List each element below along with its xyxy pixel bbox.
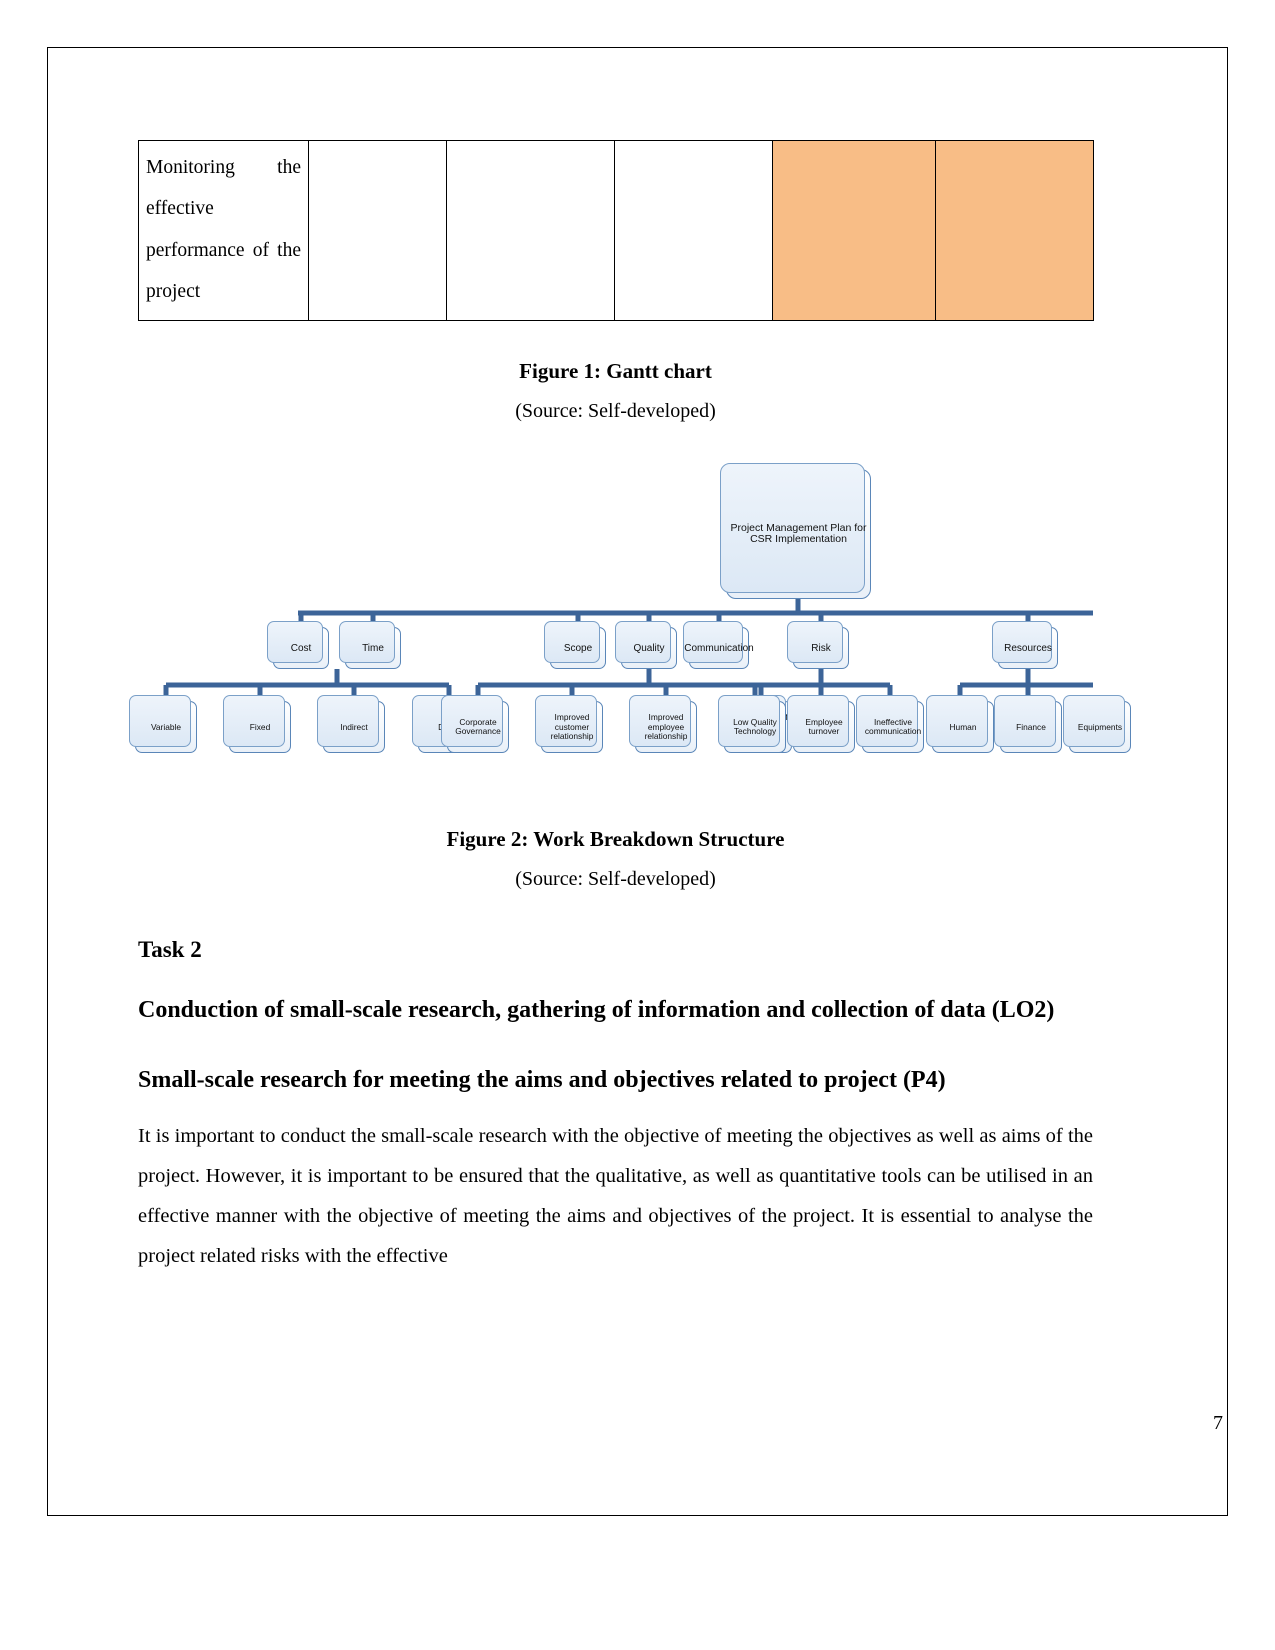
wbs-node-root-label: Project Management Plan for CSR Implemen…	[730, 521, 867, 546]
wbs-node-employee-turnover-label: Employee turnover	[805, 716, 843, 737]
wbs-node-communication-label: Communication	[684, 642, 754, 654]
gantt-cell-5-filled	[935, 139, 1094, 322]
wbs-node-low-quality-technology[interactable]: Low Quality Technology	[718, 695, 786, 754]
wbs-node-improved-employee-relationship[interactable]: Improved employee relationship	[629, 695, 697, 754]
wbs-node-risk[interactable]: Risk	[787, 621, 849, 670]
wbs-node-resources-label: Resources	[1004, 642, 1052, 654]
wbs-node-employee-turnover[interactable]: Employee turnover	[787, 695, 855, 754]
gantt-chart-table: Monitoring the effective performance of …	[138, 139, 1094, 322]
gantt-row-label: Monitoring the effective performance of …	[138, 139, 309, 322]
page-number: 7	[1213, 1412, 1223, 1434]
wbs-diagram: Project Management Plan for CSR Implemen…	[129, 455, 1131, 785]
wbs-node-equipments-label: Equipments	[1077, 721, 1123, 732]
wbs-node-quality-label: Quality	[633, 642, 665, 654]
wbs-node-communication[interactable]: Communication	[683, 621, 754, 670]
gantt-cell-4-filled	[772, 139, 936, 322]
figure-2-caption: Figure 2: Work Breakdown Structure	[446, 827, 785, 852]
wbs-node-variable-label: Variable	[150, 721, 182, 732]
wbs-node-improved-employee-relationship-label: Improved employee relationship	[644, 712, 688, 742]
wbs-node-scope[interactable]: Scope	[544, 621, 606, 670]
wbs-node-equipments[interactable]: Equipments	[1063, 695, 1131, 754]
wbs-node-ineffective-communication[interactable]: Ineffective communication	[856, 695, 924, 754]
figure-1-source: (Source: Self-developed)	[515, 400, 716, 423]
wbs-node-finance[interactable]: Finance	[994, 695, 1062, 754]
wbs-node-ineffective-communication-label: Ineffective communication	[864, 716, 922, 737]
wbs-node-low-quality-technology-label: Low Quality Technology	[733, 716, 777, 737]
heading-task-2: Task 2	[138, 937, 202, 963]
wbs-node-indirect[interactable]: Indirect	[317, 695, 385, 754]
heading-lo2: Conduction of small-scale research, gath…	[138, 997, 1055, 1024]
figure-2-source: (Source: Self-developed)	[515, 868, 716, 891]
wbs-node-improved-customer-relationship[interactable]: Improved customer relationship	[535, 695, 603, 754]
wbs-node-fixed-label: Fixed	[249, 721, 271, 732]
wbs-node-root[interactable]: Project Management Plan for CSR Implemen…	[720, 463, 871, 600]
wbs-node-human[interactable]: Human	[926, 695, 994, 754]
body-paragraph: It is important to conduct the small-sca…	[138, 1124, 1093, 1267]
wbs-node-corporate-governance[interactable]: Corporate Governance	[441, 695, 509, 754]
wbs-node-corporate-governance-label: Corporate Governance	[455, 716, 501, 737]
wbs-node-improved-customer-relationship-label: Improved customer relationship	[550, 712, 594, 742]
gantt-cell-1	[308, 139, 447, 322]
wbs-node-quality[interactable]: Quality	[615, 621, 677, 670]
wbs-node-variable[interactable]: Variable	[129, 695, 197, 754]
wbs-node-time[interactable]: Time	[339, 621, 401, 670]
figure-1-caption: Figure 1: Gantt chart	[519, 359, 712, 384]
wbs-node-cost-label: Cost	[290, 642, 312, 654]
wbs-node-risk-label: Risk	[811, 642, 831, 654]
heading-p4: Small-scale research for meeting the aim…	[138, 1066, 946, 1093]
wbs-node-fixed[interactable]: Fixed	[223, 695, 291, 754]
table-row: Monitoring the effective performance of …	[138, 139, 1094, 322]
gantt-cell-3	[614, 139, 773, 322]
wbs-node-resources[interactable]: Resources	[992, 621, 1058, 670]
wbs-node-time-label: Time	[362, 642, 384, 654]
wbs-node-indirect-label: Indirect	[340, 721, 368, 732]
gantt-cell-2	[446, 139, 615, 322]
wbs-node-human-label: Human	[949, 721, 977, 732]
wbs-node-finance-label: Finance	[1016, 721, 1046, 732]
wbs-node-cost[interactable]: Cost	[267, 621, 329, 670]
page-content: Monitoring the effective performance of …	[129, 139, 1131, 1277]
wbs-node-scope-label: Scope	[563, 642, 593, 654]
